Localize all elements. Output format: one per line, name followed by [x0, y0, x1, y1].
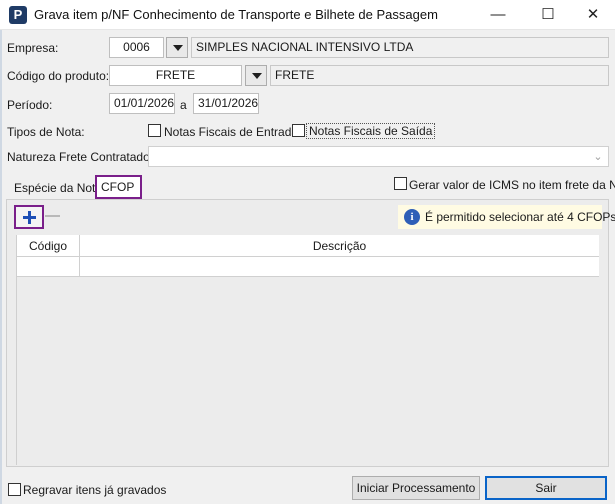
- maximize-button[interactable]: ☐: [525, 0, 571, 30]
- empresa-name-field: SIMPLES NACIONAL INTENSIVO LTDA: [191, 37, 609, 58]
- empresa-code-field[interactable]: 0006: [109, 37, 164, 58]
- tab-especie-nota[interactable]: Espécie da Nota: [10, 178, 106, 200]
- notas-saida-checkbox[interactable]: [292, 124, 305, 137]
- cfop-grid: Código Descrição: [16, 235, 599, 465]
- regravar-checkbox[interactable]: [8, 483, 21, 496]
- produto-code-field[interactable]: FRETE: [109, 65, 242, 86]
- app-logo-icon: P: [9, 6, 27, 24]
- regravar-label[interactable]: Regravar itens já gravados: [23, 483, 166, 497]
- empresa-dropdown-button[interactable]: [166, 37, 188, 58]
- periodo-label: Período:: [7, 98, 53, 112]
- info-text: É permitido selecionar até 4 CFOPs: [425, 210, 615, 224]
- info-icon: i: [404, 209, 420, 225]
- tab-cfop[interactable]: CFOP: [95, 175, 142, 199]
- produto-name-field: FRETE: [270, 65, 609, 86]
- natureza-select[interactable]: [148, 146, 609, 167]
- cell-descricao[interactable]: [80, 257, 599, 276]
- add-cfop-button[interactable]: [14, 205, 44, 229]
- window-frame: [0, 30, 2, 504]
- grid-header: Código Descrição: [17, 235, 599, 257]
- periodo-separator: a: [180, 98, 187, 112]
- table-row[interactable]: [17, 257, 599, 277]
- periodo-start-field[interactable]: 01/01/2026: [109, 93, 175, 114]
- close-button[interactable]: ✕: [570, 0, 615, 30]
- natureza-label: Natureza Frete Contratado:: [7, 150, 154, 164]
- info-banner: i É permitido selecionar até 4 CFOPs: [398, 205, 615, 229]
- plus-icon-vertical: [28, 211, 31, 224]
- produto-dropdown-button[interactable]: [245, 65, 267, 86]
- sair-button[interactable]: Sair: [485, 476, 607, 500]
- cell-codigo[interactable]: [17, 257, 80, 276]
- title-bar: P Grava item p/NF Conhecimento de Transp…: [0, 0, 615, 30]
- periodo-end-field[interactable]: 31/01/2026: [193, 93, 259, 114]
- natureza-chevron-down-icon[interactable]: ⌄: [590, 150, 606, 164]
- gerar-icms-label[interactable]: Gerar valor de ICMS no item frete da NF: [409, 178, 615, 192]
- window-title: Grava item p/NF Conhecimento de Transpor…: [34, 7, 438, 22]
- notas-saida-label[interactable]: Notas Fiscais de Saída: [306, 123, 436, 139]
- iniciar-processamento-button[interactable]: Iniciar Processamento: [352, 476, 480, 500]
- gerar-icms-checkbox[interactable]: [394, 177, 407, 190]
- column-header-descricao[interactable]: Descrição: [80, 235, 599, 257]
- empresa-label: Empresa:: [7, 41, 59, 55]
- tipos-nota-label: Tipos de Nota:: [7, 125, 85, 139]
- minimize-button[interactable]: —: [475, 0, 521, 30]
- column-header-codigo[interactable]: Código: [17, 235, 80, 257]
- produto-label: Código do produto:: [7, 69, 110, 83]
- notas-entrada-checkbox[interactable]: [148, 124, 161, 137]
- notas-entrada-label[interactable]: Notas Fiscais de Entrada: [164, 125, 298, 139]
- remove-cfop-button[interactable]: [45, 215, 60, 217]
